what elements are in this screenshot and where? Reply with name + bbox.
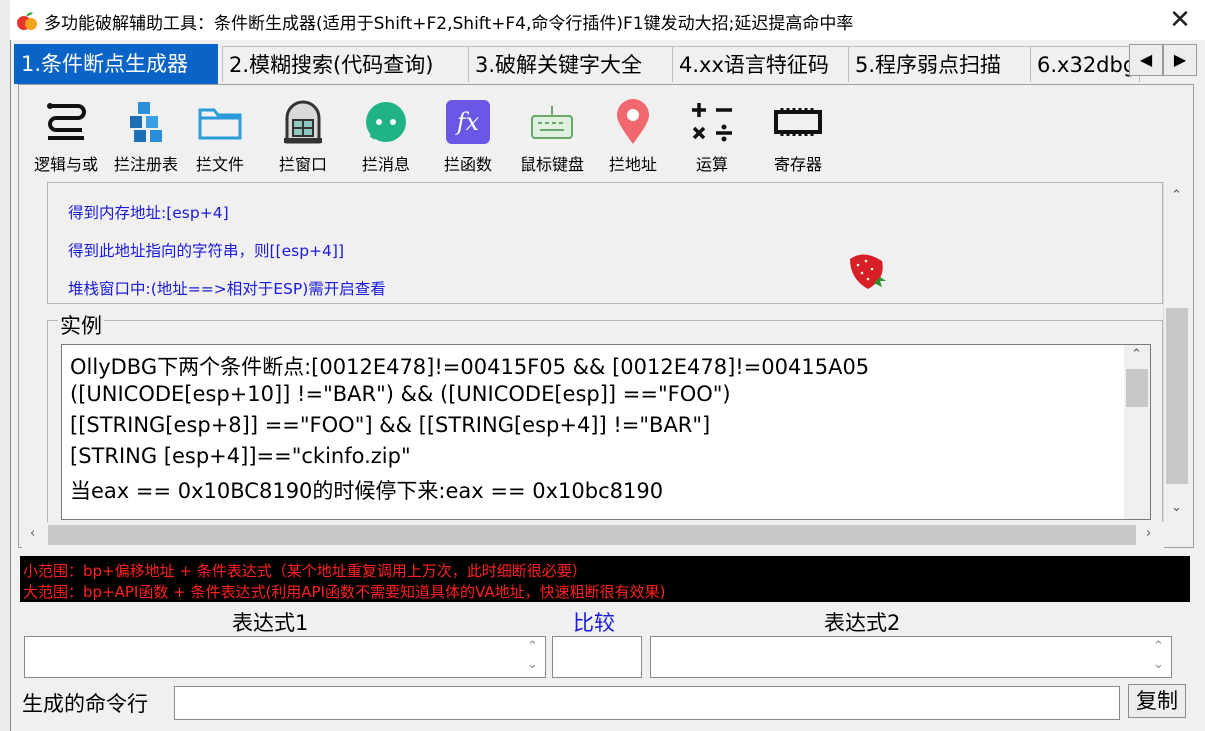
logic-icon xyxy=(42,98,90,146)
scroll-up-arrow-icon[interactable]: ⌃ xyxy=(1131,347,1142,362)
tab-weakness-scan[interactable]: 5.程序弱点扫描 xyxy=(848,46,1032,82)
tab-next-button[interactable]: ▶ xyxy=(1163,44,1197,76)
tool-mouse-keyboard[interactable]: 鼠标键盘 xyxy=(512,94,592,178)
scroll-thumb[interactable] xyxy=(1166,308,1188,484)
info-line: 得到此地址指向的字符串，则[[esp+4]] xyxy=(68,242,344,260)
tool-operations[interactable]: 运算 xyxy=(672,94,752,178)
scroll-thumb[interactable] xyxy=(48,525,1136,545)
scroll-left-arrow-icon[interactable]: ‹ xyxy=(30,526,35,541)
tool-label: 鼠标键盘 xyxy=(519,155,584,174)
tool-label: 拦注册表 xyxy=(113,155,178,174)
spin-down-icon[interactable]: ⌄ xyxy=(527,657,538,672)
window-icon xyxy=(279,98,327,146)
scroll-up-arrow-icon[interactable]: ⌃ xyxy=(1171,188,1182,203)
tab-language-signatures[interactable]: 4.xx语言特征码 xyxy=(672,46,850,82)
keyboard-icon xyxy=(528,98,576,146)
hint-bar: 小范围：bp+偏移地址 + 条件表达式（某个地址重复调用上万次，此时细断很必要）… xyxy=(20,556,1190,602)
tab-crack-keywords[interactable]: 3.破解关键字大全 xyxy=(468,46,674,82)
tool-label: 拦窗口 xyxy=(278,155,327,174)
example-textarea[interactable]: OllyDBG下两个条件断点:[0012E478]!=00415F05 && [… xyxy=(61,344,1151,520)
window-title: 多功能破解辅助工具：条件断生成器(适用于Shift+F2,Shift+F4,命令… xyxy=(44,14,854,34)
expression2-field[interactable]: ⌃ ⌄ xyxy=(650,636,1172,678)
registry-cubes-icon xyxy=(122,98,170,146)
spin-down-icon[interactable]: ⌄ xyxy=(1153,657,1164,672)
tool-registers[interactable]: 寄存器 xyxy=(758,94,838,178)
tool-block-window[interactable]: 拦窗口 xyxy=(263,94,343,178)
example-line: 当eax == 0x10BC8190的时候停下来:eax == 0x10bc81… xyxy=(70,479,664,503)
app-logo-icon xyxy=(16,10,38,32)
svg-text:fx: fx xyxy=(455,108,480,136)
textarea-vertical-scrollbar[interactable]: ⌃ xyxy=(1124,345,1150,519)
scroll-down-arrow-icon[interactable]: ⌄ xyxy=(1171,500,1182,515)
example-line: ([UNICODE[esp+10]] !="BAR") && ([UNICODE… xyxy=(70,382,731,406)
tool-label: 拦地址 xyxy=(608,155,657,174)
example-group-label: 实例 xyxy=(58,310,104,340)
tool-label: 拦文件 xyxy=(195,155,244,174)
command-line-field[interactable] xyxy=(174,686,1120,720)
tool-label: 运算 xyxy=(695,155,728,174)
tool-label: 拦消息 xyxy=(361,155,410,174)
tab-prev-button[interactable]: ◀ xyxy=(1129,44,1163,76)
copy-button[interactable]: 复制 xyxy=(1128,684,1186,718)
info-panel: 得到内存地址:[esp+4] 得到此地址指向的字符串，则[[esp+4]] 堆栈… xyxy=(47,182,1163,304)
tool-block-message[interactable]: 拦消息 xyxy=(346,94,426,178)
spin-up-icon[interactable]: ⌃ xyxy=(527,639,538,654)
tool-logic-and-or[interactable]: 逻辑与或 xyxy=(26,94,106,178)
tool-block-function[interactable]: fx 拦函数 xyxy=(428,94,508,178)
horizontal-scrollbar[interactable]: ‹ › xyxy=(22,522,1164,548)
tab-bar: 1.条件断点生成器 2.模糊搜索(代码查询) 3.破解关键字大全 4.xx语言特… xyxy=(14,44,1204,84)
hint-line: 大范围：bp+API函数 + 条件表达式(利用API函数不需要知道具体的VA地址… xyxy=(23,583,666,601)
tool-block-file[interactable]: 拦文件 xyxy=(180,94,260,178)
tab-fuzzy-search[interactable]: 2.模糊搜索(代码查询) xyxy=(222,46,474,82)
folder-icon xyxy=(196,98,244,146)
scroll-thumb[interactable] xyxy=(1126,369,1148,407)
tab-conditional-breakpoint[interactable]: 1.条件断点生成器 xyxy=(14,44,218,84)
math-operators-icon xyxy=(688,98,736,146)
example-line: [[STRING[esp+8]] =="FOO"] && [[STRING[es… xyxy=(70,413,711,437)
location-pin-icon xyxy=(609,98,657,146)
tool-label: 拦函数 xyxy=(443,155,492,174)
compare-field[interactable] xyxy=(552,636,642,678)
info-line: 得到内存地址:[esp+4] xyxy=(68,204,229,222)
panel-vertical-scrollbar[interactable]: ⌃ ⌄ xyxy=(1163,182,1190,522)
message-bubble-icon xyxy=(362,98,410,146)
example-line: OllyDBG下两个条件断点:[0012E478]!=00415F05 && [… xyxy=(70,355,870,379)
command-line-label: 生成的命令行 xyxy=(22,692,148,716)
expression2-label: 表达式2 xyxy=(824,611,901,635)
tool-label: 逻辑与或 xyxy=(33,155,98,174)
expression1-label: 表达式1 xyxy=(232,611,309,635)
expression1-field[interactable]: ⌃ ⌄ xyxy=(24,636,546,678)
memory-chip-icon xyxy=(774,98,822,146)
strawberry-icon xyxy=(844,245,892,293)
function-fx-icon: fx xyxy=(444,98,492,146)
tab-x32dbg[interactable]: 6.x32dbg xyxy=(1030,46,1140,82)
scroll-right-arrow-icon[interactable]: › xyxy=(1146,526,1151,541)
tool-block-address[interactable]: 拦地址 xyxy=(593,94,673,178)
info-line: 堆栈窗口中:(地址==>相对于ESP)需开启查看 xyxy=(68,280,386,298)
close-button[interactable]: ✕ xyxy=(1163,3,1197,37)
tool-block-registry[interactable]: 拦注册表 xyxy=(106,94,186,178)
tool-label: 寄存器 xyxy=(773,155,822,174)
hint-line: 小范围：bp+偏移地址 + 条件表达式（某个地址重复调用上万次，此时细断很必要） xyxy=(23,562,587,580)
spin-up-icon[interactable]: ⌃ xyxy=(1153,639,1164,654)
example-line: [STRING [esp+4]]=="ckinfo.zip" xyxy=(70,444,411,468)
compare-label: 比较 xyxy=(573,611,615,635)
